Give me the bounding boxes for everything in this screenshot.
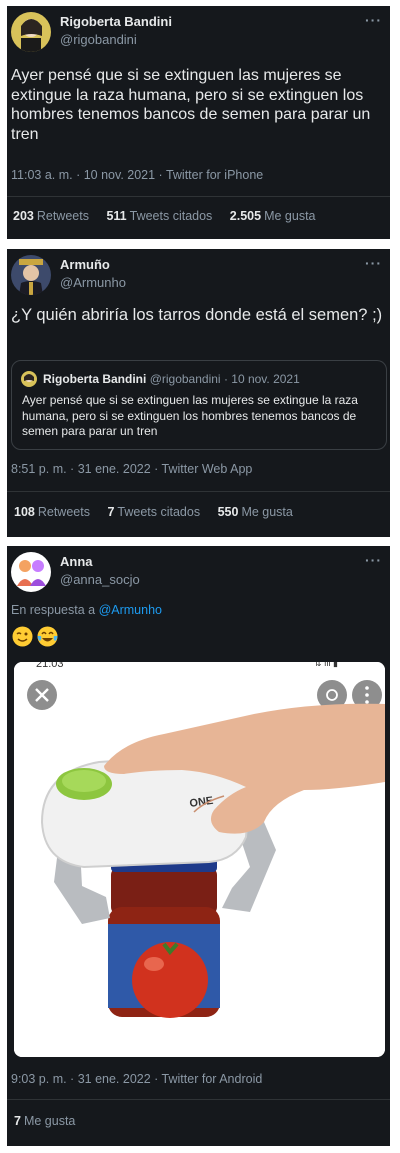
author-handle[interactable]: @Armunho [60, 275, 126, 290]
quoted-author-handle: @rigobandini [149, 372, 221, 386]
likes-label[interactable]: Me gusta [241, 505, 292, 519]
author-name[interactable]: Rigoberta Bandini [60, 14, 172, 29]
reply-context: En respuesta a @Armunho [11, 603, 162, 617]
tweet-stats: 203 Retweets 511 Tweets citados 2.505 Me gu… [13, 209, 316, 223]
author-name[interactable]: Armuño [60, 257, 110, 272]
reply-prefix: En respuesta a [11, 603, 96, 617]
author-handle[interactable]: @anna_socjo [60, 572, 140, 587]
author-name[interactable]: Anna [60, 554, 93, 569]
svg-text:⇅ ıll ▮: ⇅ ıll ▮ [314, 662, 338, 668]
quotes-count[interactable]: 511 [106, 209, 126, 223]
tweet-stats: 7 Me gusta [14, 1114, 75, 1128]
likes-count[interactable]: 7 [14, 1114, 21, 1128]
winking-face-emoji-icon [12, 626, 33, 647]
tweet-stats: 108 Retweets 7 Tweets citados 550 Me gusta [14, 505, 293, 519]
divider [7, 1099, 390, 1100]
tweet-meta[interactable]: 8:51 p. m. · 31 ene. 2022 · Twitter Web … [11, 462, 252, 476]
tweet-card-rigobandini: Rigoberta Bandini @rigobandini ··· Ayer … [7, 6, 390, 239]
likes-count[interactable]: 2.505 [230, 209, 261, 223]
quoted-tweet[interactable]: Rigoberta Bandini @rigobandini · 10 nov.… [11, 360, 387, 450]
avatar[interactable] [11, 255, 51, 295]
retweets-label[interactable]: Retweets [38, 505, 90, 519]
quotes-label[interactable]: Tweets citados [130, 209, 213, 223]
tweet-card-armunho: Armuño @Armunho ··· ¿Y quién abriría los… [7, 249, 390, 537]
more-options-icon[interactable]: ··· [365, 552, 382, 568]
more-options-icon[interactable]: ··· [365, 255, 382, 271]
tweet-card-anna: Anna @anna_socjo ··· En respuesta a @Arm… [7, 546, 390, 1146]
likes-label[interactable]: Me gusta [24, 1114, 75, 1128]
tweet-text: ¿Y quién abriría los tarros donde está e… [11, 306, 383, 324]
retweets-count[interactable]: 203 [13, 209, 34, 223]
likes-label[interactable]: Me gusta [264, 209, 315, 223]
retweets-label[interactable]: Retweets [37, 209, 89, 223]
tweet-text: Ayer pensé que si se extinguen las mujer… [11, 67, 371, 143]
retweets-count[interactable]: 108 [14, 505, 35, 519]
avatar[interactable] [11, 552, 51, 592]
attached-photo[interactable]: 21:03 ⇅ ıll ▮ ONE [14, 662, 385, 1057]
likes-count[interactable]: 550 [218, 505, 239, 519]
more-options-icon[interactable]: ··· [365, 12, 382, 28]
tweet-meta[interactable]: 11:03 a. m. · 10 nov. 2021 · Twitter for… [11, 168, 263, 182]
quotes-count[interactable]: 7 [107, 505, 114, 519]
tears-of-joy-emoji-icon [37, 626, 58, 647]
author-handle[interactable]: @rigobandini [60, 32, 137, 47]
quoted-author-name: Rigoberta Bandini [43, 372, 147, 386]
tweet-meta[interactable]: 9:03 p. m. · 31 ene. 2022 · Twitter for … [11, 1072, 262, 1086]
status-bar-time: 21:03 [36, 662, 64, 670]
quoted-avatar [21, 371, 37, 387]
quoted-header: Rigoberta Bandini @rigobandini · 10 nov.… [43, 372, 300, 386]
quoted-text: Ayer pensé que si se extinguen las mujer… [22, 393, 358, 439]
avatar[interactable] [11, 12, 51, 52]
reply-mention-link[interactable]: @Armunho [99, 603, 162, 617]
divider [7, 491, 390, 492]
quotes-label[interactable]: Tweets citados [117, 505, 200, 519]
divider [7, 196, 390, 197]
quoted-date: · 10 nov. 2021 [223, 372, 300, 386]
